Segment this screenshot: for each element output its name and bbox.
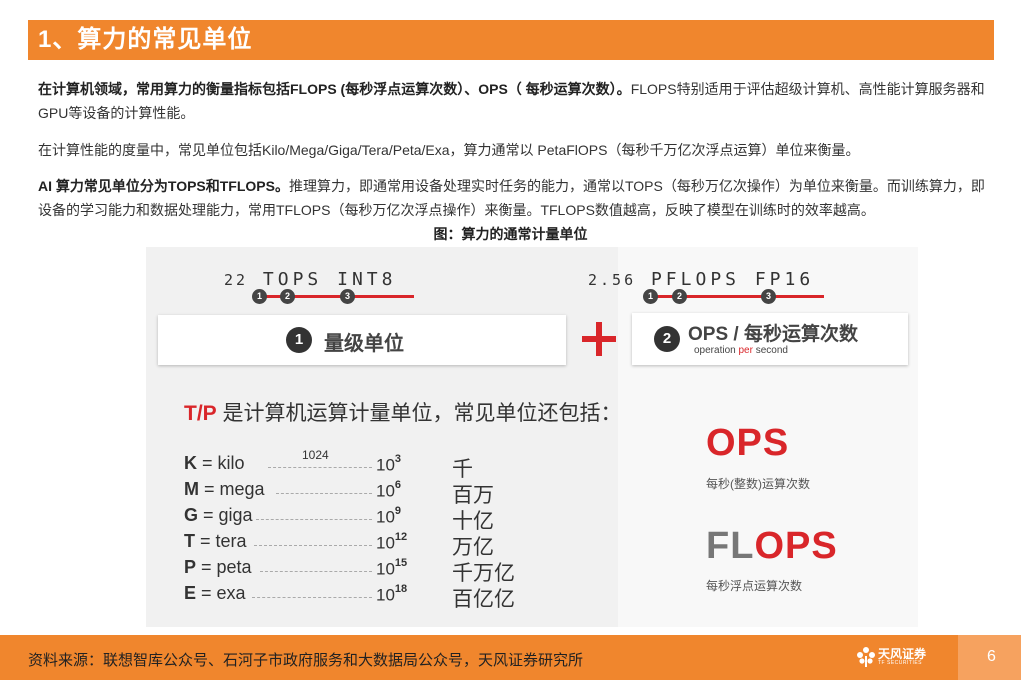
ops-big-label: OPS [706,422,790,464]
source-text: 资料来源：联想智库公众号、石河子市政府服务和大数据局公众号，天风证券研究所 [28,652,584,669]
dotted-leader [256,519,372,520]
flops-big-label: FLOPS [706,525,838,567]
left-code-type: INT8 [337,269,397,290]
unit-row-giga: G = giga 109 十亿 [184,505,494,533]
units-figure: 22 TOPS INT8 1 2 3 2.56 PFLOPS FP16 1 2 … [146,247,918,627]
dotted-leader [276,493,372,494]
unit-row-peta: P = peta 1015 千万亿 [184,557,515,585]
marker-2: 2 [672,289,687,304]
tp-heading: T/P 是计算机运算计量单位，常见单位还包括： [184,397,622,427]
marker-1: 1 [252,289,267,304]
left-code-number: 22 [224,271,249,289]
paragraph-flops-ops: 在计算机领域，常用算力的衡量指标包括FLOPS (每秒浮点运算次数）、OPS（ … [38,77,988,125]
marker-2: 2 [280,289,295,304]
dotted-leader [268,467,372,468]
ops-sub-label: 每秒(整数)运算次数 [706,477,810,491]
paragraph-bold-lead: AI 算力常见单位分为TOPS和TFLOPS。 [38,178,289,194]
right-code-number: 2.56 [588,271,637,289]
marker-1: 1 [643,289,658,304]
left-code-unit: TOPS [262,269,323,290]
paragraph-units: 在计算性能的度量中，常见单位包括Kilo/Mega/Giga/Tera/Peta… [38,142,860,158]
tp-heading-text: 是计算机运算计量单位，常见单位还包括： [216,402,622,425]
dotted-leader [252,597,372,598]
footer: 资料来源：联想智库公众号、石河子市政府服务和大数据局公众号，天风证券研究所 天风… [0,635,1021,680]
plus-icon [582,322,616,356]
flower-logo-icon [857,647,875,667]
flops-sub-label: 每秒浮点运算次数 [706,579,803,593]
ops-box: 2 OPS / 每秒运算次数 operation per second [632,313,908,365]
box-sub-label: operation per second [694,345,788,356]
marker-3: 3 [761,289,776,304]
magnitude-unit-box: 1 量级单位 [158,315,566,365]
dotted-leader [260,571,372,572]
unit-row-mega: M = mega 106 百万 [184,479,494,507]
right-code-line: 2.56 PFLOPS FP16 [588,269,814,290]
logo-sub-text: TF SECURITIES [878,660,923,666]
left-code-underline [254,295,414,298]
left-code-line: 22 TOPS INT8 [224,269,396,290]
paragraph-bold-lead: 在计算机领域，常用算力的衡量指标包括FLOPS (每秒浮点运算次数）、OPS（ … [38,81,631,97]
unit-row-kilo: K = kilo 103 千 [184,453,473,481]
marker-3: 3 [340,289,355,304]
page-title: 1、算力的常见单位 [28,20,994,60]
page-number: 6 [987,648,996,665]
figure-caption: 图：算力的通常计量单位 [433,226,588,242]
box-number: 1 [286,327,312,353]
dotted-leader [254,545,372,546]
tf-securities-logo: 天风证券 TF SECURITIES [856,643,956,673]
right-code-unit: PFLOPS [650,269,740,290]
tp-label: T/P [184,402,217,425]
box-number: 2 [654,326,680,352]
unit-row-exa: E = exa 1018 百亿亿 [184,583,515,611]
paragraph-ai-units: AI 算力常见单位分为TOPS和TFLOPS。推理算力，即通常用设备处理实时任务… [38,174,988,222]
box-label: 量级单位 [324,333,404,355]
unit-row-tera: T = tera 1012 万亿 [184,531,494,559]
right-code-type: FP16 [754,269,815,290]
box-label: OPS / 每秒运算次数 [688,324,858,345]
